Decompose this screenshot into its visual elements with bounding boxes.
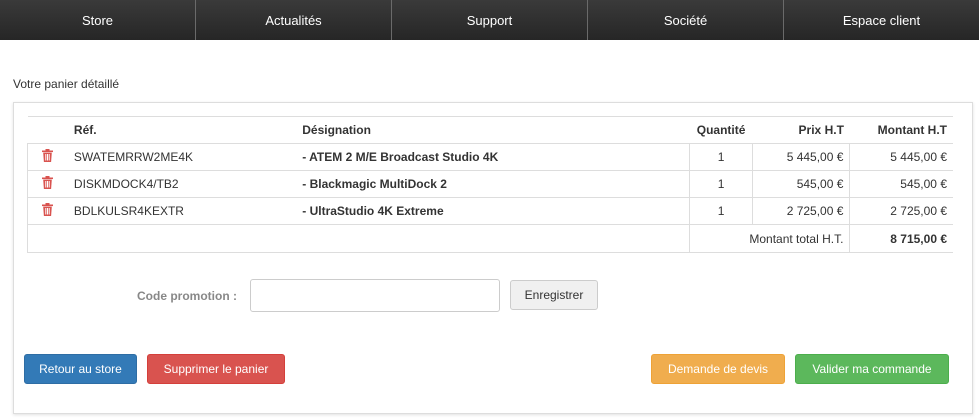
delete-cell	[26, 143, 68, 171]
trash-icon[interactable]	[42, 203, 54, 219]
row-ref: SWATEMRRW2ME4K	[67, 143, 297, 171]
row-amount: 5 445,00 €	[849, 143, 953, 171]
table-header-row: Réf. Désignation Quantité Prix H.T Monta…	[27, 116, 953, 144]
promo-code-label: Code promotion :	[137, 289, 237, 303]
column-header-quantity: Quantité	[689, 116, 753, 144]
cart-title: Votre panier détaillé	[13, 77, 120, 91]
back-to-store-button[interactable]: Retour au store	[24, 354, 137, 384]
row-quantity: 1	[688, 143, 754, 171]
clear-cart-button[interactable]: Supprimer le panier	[147, 354, 285, 384]
nav-item-espace-client[interactable]: Espace client	[784, 0, 979, 40]
row-quantity: 1	[688, 170, 754, 198]
column-header-unit-price: Prix H.T	[752, 116, 850, 144]
row-designation: - ATEM 2 M/E Broadcast Studio 4K	[296, 143, 690, 171]
total-value: 8 715,00 €	[849, 224, 953, 253]
row-unit-price: 5 445,00 €	[752, 143, 851, 171]
table-row: SWATEMRRW2ME4K - ATEM 2 M/E Broadcast St…	[26, 143, 953, 171]
cart-table: Réf. Désignation Quantité Prix H.T Monta…	[26, 116, 953, 253]
total-row: Montant total H.T. 8 715,00 €	[27, 224, 953, 253]
row-quantity: 1	[688, 197, 754, 225]
delete-cell	[26, 170, 68, 198]
row-unit-price: 545,00 €	[752, 170, 851, 198]
table-row: BDLKULSR4KEXTR - UltraStudio 4K Extreme …	[26, 197, 953, 225]
top-navigation: Store Actualités Support Société Espace …	[0, 0, 979, 40]
column-header-ref: Réf.	[67, 116, 297, 144]
trash-icon[interactable]	[42, 149, 54, 165]
register-promo-button[interactable]: Enregistrer	[510, 280, 598, 310]
nav-item-societe[interactable]: Société	[588, 0, 784, 40]
row-ref: DISKMDOCK4/TB2	[67, 170, 297, 198]
validate-order-button[interactable]: Valider ma commande	[795, 354, 949, 384]
row-ref: BDLKULSR4KEXTR	[67, 197, 297, 225]
total-label: Montant total H.T.	[688, 224, 851, 253]
column-header-amount: Montant H.T	[849, 116, 953, 144]
promo-code-input[interactable]	[250, 279, 500, 312]
column-header-delete	[27, 116, 68, 144]
trash-icon[interactable]	[42, 176, 54, 192]
row-designation: - UltraStudio 4K Extreme	[296, 197, 690, 225]
nav-item-actualites[interactable]: Actualités	[196, 0, 392, 40]
column-header-designation: Désignation	[296, 116, 690, 144]
delete-cell	[26, 197, 68, 225]
nav-item-store[interactable]: Store	[0, 0, 196, 40]
request-quote-button[interactable]: Demande de devis	[651, 354, 785, 384]
nav-item-support[interactable]: Support	[392, 0, 588, 40]
table-row: DISKMDOCK4/TB2 - Blackmagic MultiDock 2 …	[26, 170, 953, 198]
total-row-spacer	[27, 224, 690, 253]
row-amount: 2 725,00 €	[849, 197, 953, 225]
row-designation: - Blackmagic MultiDock 2	[296, 170, 690, 198]
row-unit-price: 2 725,00 €	[752, 197, 851, 225]
row-amount: 545,00 €	[849, 170, 953, 198]
